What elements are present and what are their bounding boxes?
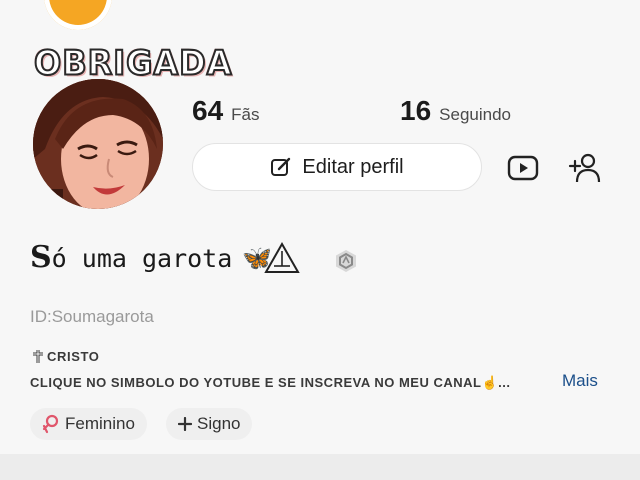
obrigada-banner: OBRIGADA	[33, 42, 233, 84]
edit-icon	[271, 157, 291, 176]
following-count: 16	[400, 95, 432, 126]
add-friend-button[interactable]	[562, 145, 608, 191]
edit-profile-button[interactable]: Editar perfil	[192, 143, 482, 191]
video-play-icon	[507, 155, 539, 181]
following-label: Seguindo	[439, 105, 511, 124]
level-badge[interactable]	[333, 248, 359, 279]
fans-count: 64	[192, 95, 224, 126]
name-initial: S	[30, 240, 52, 275]
following-stat[interactable]: 16 Seguindo	[400, 95, 511, 127]
bio-line-1: CRISTO	[31, 349, 99, 364]
cross-icon	[33, 350, 43, 363]
gender-tag-label: Feminino	[65, 414, 135, 433]
gender-tag[interactable]: Feminino	[30, 408, 147, 440]
user-id: ID:Soumagarota	[30, 307, 154, 326]
avatar[interactable]	[33, 79, 163, 209]
hexagon-badge-icon	[336, 250, 356, 272]
fans-label: Fãs	[231, 105, 260, 124]
plus-icon	[178, 417, 192, 431]
triangle-icon	[264, 241, 300, 273]
avatar-image	[33, 79, 163, 209]
fans-stat[interactable]: 64 Fãs	[192, 95, 260, 127]
more-link[interactable]: Mais	[562, 371, 598, 391]
sign-tag[interactable]: Signo	[166, 408, 253, 440]
female-symbol-icon	[42, 414, 59, 434]
bio-line-2: CLIQUE NO SIMBOLO DO YOTUBE E SE INSCREV…	[30, 375, 511, 390]
edit-profile-label: Editar perfil	[302, 155, 404, 178]
video-button[interactable]	[500, 145, 546, 191]
decorative-sticker	[44, 0, 112, 30]
add-user-icon	[568, 153, 601, 183]
bio-line-1-text: CRISTO	[47, 349, 100, 364]
profile-name: Só uma garota 🦋	[30, 240, 300, 275]
name-rest: ó uma garota	[51, 244, 233, 273]
sign-tag-label: Signo	[197, 414, 241, 433]
section-divider	[0, 454, 640, 480]
